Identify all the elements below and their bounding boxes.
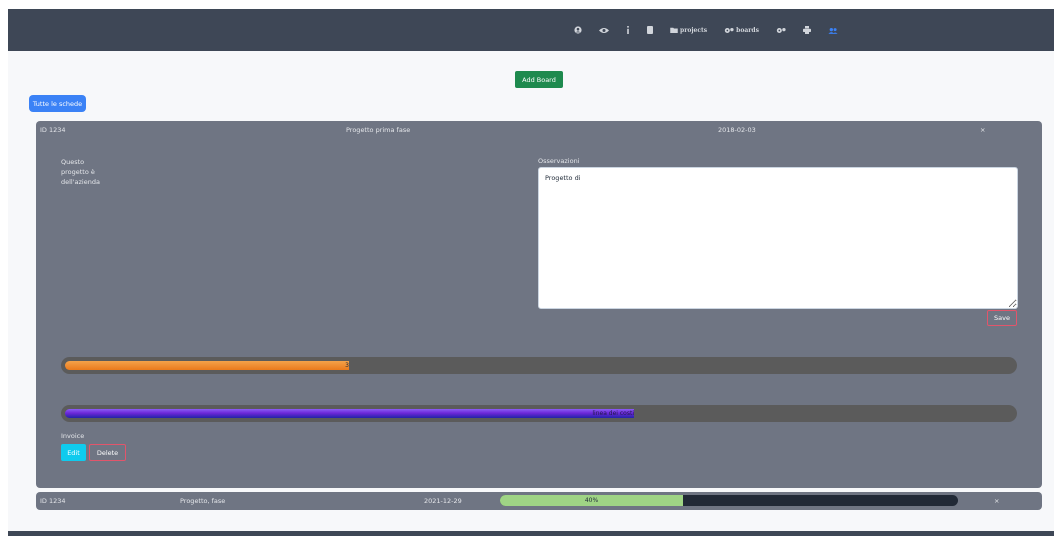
gear-icon [776, 27, 786, 34]
nav-print[interactable] [802, 26, 811, 34]
invoice-label: Invoice [61, 432, 85, 440]
book-icon [647, 26, 653, 34]
eye-icon [599, 27, 609, 34]
row-progress-bar: 40% [500, 495, 958, 506]
nav-items: projects boards [574, 9, 855, 51]
info-icon [626, 26, 630, 34]
nav-settings[interactable] [776, 27, 786, 34]
row-close-button[interactable]: × [994, 497, 999, 505]
delete-button[interactable]: Delete [89, 444, 126, 461]
nav-book[interactable] [647, 26, 653, 34]
progress-bar-orange: 3 [61, 357, 1017, 374]
nav-user[interactable] [574, 26, 582, 34]
printer-icon [802, 26, 811, 34]
progress-fill-orange: 3 [65, 361, 349, 370]
main-content: Add Board Tutte le schede ID 1234 Proget… [8, 51, 1054, 531]
user-circle-icon [574, 26, 582, 34]
card-header[interactable]: ID 1234 Progetto prima fase 2018-02-03 × [36, 121, 1042, 138]
row-date: 2021-12-29 [424, 497, 462, 505]
observations-label: Osservazioni [538, 157, 580, 165]
nav-projects-label: projects [680, 26, 708, 34]
card-description: Questo progetto è dell'azienda [61, 158, 100, 186]
folder-icon [670, 27, 678, 33]
row-id: ID 1234 [40, 497, 66, 505]
progress-fill-costs: linea dei costi [65, 409, 634, 418]
board-card-expanded: ID 1234 Progetto prima fase 2018-02-03 ×… [36, 121, 1042, 488]
row-progress-fill: 40% [500, 495, 683, 506]
card-close-button[interactable]: × [980, 126, 985, 134]
nav-boards-label: boards [736, 26, 759, 34]
add-board-button[interactable]: Add Board [515, 71, 563, 88]
top-navbar: projects boards [8, 9, 1054, 51]
progress-label-orange: 3 [345, 362, 349, 369]
nav-boards[interactable]: boards [724, 27, 759, 34]
nav-users[interactable] [828, 27, 838, 34]
progress-label-costs: linea dei costi [592, 410, 634, 417]
nav-projects[interactable]: projects [670, 27, 707, 34]
user-group-icon [828, 27, 838, 34]
card-id: ID 1234 [40, 126, 66, 134]
gears-icon [724, 27, 734, 34]
board-row-collapsed[interactable]: ID 1234 Progetto, fase 2021-12-29 40% × [36, 492, 1042, 510]
nav-eye[interactable] [599, 27, 609, 34]
nav-info[interactable] [626, 26, 630, 34]
save-button[interactable]: Save [987, 310, 1017, 326]
row-name: Progetto, fase [180, 497, 226, 505]
progress-bar-costs: linea dei costi [61, 405, 1017, 422]
card-date: 2018-02-03 [718, 126, 756, 134]
footer-bar [8, 531, 1054, 536]
observations-textarea[interactable] [538, 167, 1018, 309]
all-boards-button[interactable]: Tutte le schede [29, 95, 86, 112]
edit-button[interactable]: Edit [61, 444, 86, 461]
row-progress-label: 40% [584, 497, 599, 504]
card-name: Progetto prima fase [346, 126, 411, 134]
